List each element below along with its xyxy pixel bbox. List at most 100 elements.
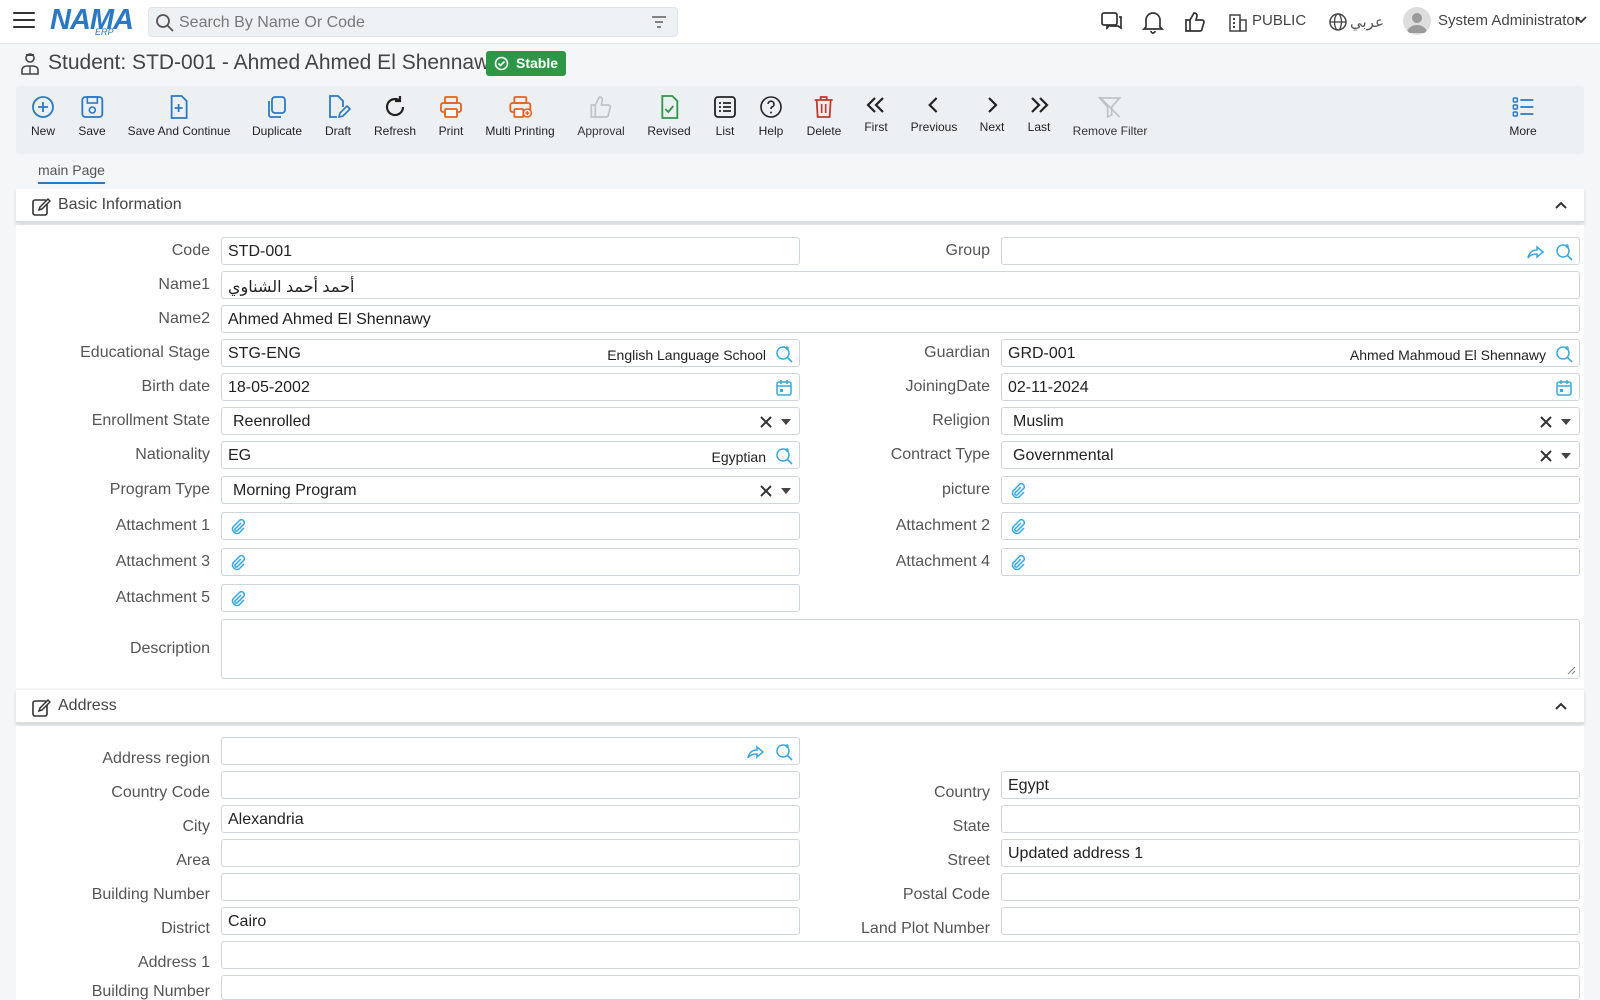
name2-field[interactable]: Ahmed Ahmed El Shennawy (221, 305, 1580, 333)
logo[interactable]: NAMA ERP (50, 4, 136, 38)
description-label: Description (129, 640, 210, 657)
paperclip-icon[interactable] (1009, 554, 1027, 572)
attachment-3-upload[interactable] (221, 548, 800, 576)
branch-label[interactable]: PUBLIC (1252, 12, 1306, 29)
building-icon (1229, 14, 1247, 32)
country-code-field[interactable] (221, 771, 800, 799)
user-name[interactable]: System Administrator (1438, 12, 1580, 29)
previous-button[interactable]: Previous (911, 94, 957, 134)
postal-code-field[interactable] (1001, 873, 1580, 901)
lookup-icon[interactable] (775, 345, 793, 363)
address-region-field[interactable] (221, 737, 800, 765)
caret-down-icon[interactable] (1561, 452, 1571, 460)
caret-down-icon[interactable] (781, 487, 791, 495)
enrollment-state-select[interactable]: Reenrolled (221, 407, 800, 435)
caret-down-icon[interactable] (1561, 418, 1571, 426)
remove-filter-button[interactable]: Remove Filter (1073, 94, 1147, 138)
description-textarea[interactable] (221, 619, 1580, 679)
clear-icon[interactable] (1539, 415, 1553, 429)
print-button[interactable]: Print (438, 94, 464, 138)
search-input[interactable]: Search By Name Or Code (148, 7, 678, 37)
chevron-up-icon[interactable] (1554, 200, 1568, 210)
nationality-field[interactable]: EG Egyptian (221, 441, 800, 469)
land-plot-number-field[interactable] (1001, 907, 1580, 935)
city-field[interactable]: Alexandria (221, 805, 800, 833)
chevron-down-icon[interactable] (1574, 15, 1588, 25)
share-icon[interactable] (1527, 243, 1545, 261)
paperclip-icon[interactable] (1009, 482, 1027, 500)
program-type-select[interactable]: Morning Program (221, 476, 800, 504)
area-field[interactable] (221, 839, 800, 867)
language-switch[interactable]: عربي (1350, 13, 1384, 31)
building-number-field[interactable] (221, 873, 800, 901)
guardian-field[interactable]: GRD-001 Ahmed Mahmoud El Shennawy (1001, 339, 1580, 367)
paperclip-icon[interactable] (229, 554, 247, 572)
clear-icon[interactable] (759, 484, 773, 498)
calendar-icon[interactable] (1555, 379, 1573, 397)
tab-main-page[interactable]: main Page (38, 162, 105, 184)
address-1-field[interactable] (221, 941, 1580, 969)
last-button[interactable]: Last (1026, 94, 1052, 134)
lookup-icon[interactable] (775, 447, 793, 465)
revised-button[interactable]: Revised (647, 94, 691, 138)
picture-upload[interactable] (1001, 476, 1580, 504)
nationality-name: Egyptian (711, 449, 766, 465)
paperclip-icon[interactable] (1009, 518, 1027, 536)
refresh-button[interactable]: Refresh (374, 94, 416, 138)
clear-icon[interactable] (1539, 449, 1553, 463)
bell-icon[interactable] (1142, 10, 1164, 34)
lookup-icon[interactable] (775, 743, 793, 761)
new-button[interactable]: New (30, 94, 56, 138)
draft-button[interactable]: Draft (325, 94, 351, 138)
check-circle-icon (494, 56, 509, 71)
avatar[interactable] (1403, 7, 1431, 35)
educational-stage-label: Educational Stage (80, 344, 210, 361)
code-field[interactable]: STD-001 (221, 237, 800, 265)
paperclip-icon[interactable] (229, 518, 247, 536)
clear-icon[interactable] (759, 415, 773, 429)
approval-button[interactable]: Approval (577, 94, 625, 138)
birth-date-field[interactable]: 18-05-2002 (221, 373, 800, 401)
multi-printing-button[interactable]: Multi Printing (485, 94, 555, 138)
chat-icon[interactable] (1100, 10, 1124, 34)
share-icon[interactable] (747, 743, 765, 761)
more-button[interactable]: More (1509, 94, 1537, 138)
section-address[interactable]: Address (16, 690, 1584, 724)
next-button[interactable]: Next (979, 94, 1005, 134)
help-button[interactable]: Help (758, 94, 784, 138)
chevron-up-icon[interactable] (1554, 701, 1568, 711)
save-and-continue-button[interactable]: Save And Continue (128, 94, 230, 138)
country-field[interactable]: Egypt (1001, 771, 1580, 799)
duplicate-button[interactable]: Duplicate (252, 94, 302, 138)
program-type-label: Program Type (109, 481, 210, 498)
delete-button[interactable]: Delete (807, 94, 841, 138)
thumbs-up-icon[interactable] (1183, 10, 1207, 34)
caret-down-icon[interactable] (781, 418, 791, 426)
save-button[interactable]: Save (78, 94, 106, 138)
religion-select[interactable]: Muslim (1001, 407, 1580, 435)
attachment-5-upload[interactable] (221, 584, 800, 612)
attachment-4-upload[interactable] (1001, 548, 1580, 576)
joining-date-field[interactable]: 02-11-2024 (1001, 373, 1580, 401)
filter-icon[interactable] (651, 15, 667, 29)
section-basic-information[interactable]: Basic Information (16, 189, 1584, 223)
list-button[interactable]: List (712, 94, 738, 138)
name1-field[interactable]: أحمد أحمد الشناوي (221, 271, 1580, 299)
educational-stage-field[interactable]: STG-ENG English Language School (221, 339, 800, 367)
lookup-icon[interactable] (1555, 243, 1573, 261)
attachment-2-upload[interactable] (1001, 512, 1580, 540)
calendar-icon[interactable] (775, 379, 793, 397)
attachment-1-upload[interactable] (221, 512, 800, 540)
first-button[interactable]: First (863, 94, 889, 134)
contract-type-select[interactable]: Governmental (1001, 441, 1580, 469)
resize-handle-icon[interactable] (1566, 665, 1576, 675)
street-field[interactable]: Updated address 1 (1001, 839, 1580, 867)
district-field[interactable]: Cairo (221, 907, 800, 935)
building-number-2-field[interactable] (221, 975, 1580, 1000)
lookup-icon[interactable] (1555, 345, 1573, 363)
group-field[interactable] (1001, 237, 1580, 265)
menu-icon[interactable] (13, 12, 35, 30)
paperclip-icon[interactable] (229, 590, 247, 608)
state-field[interactable] (1001, 805, 1580, 833)
globe-icon[interactable] (1328, 12, 1348, 32)
